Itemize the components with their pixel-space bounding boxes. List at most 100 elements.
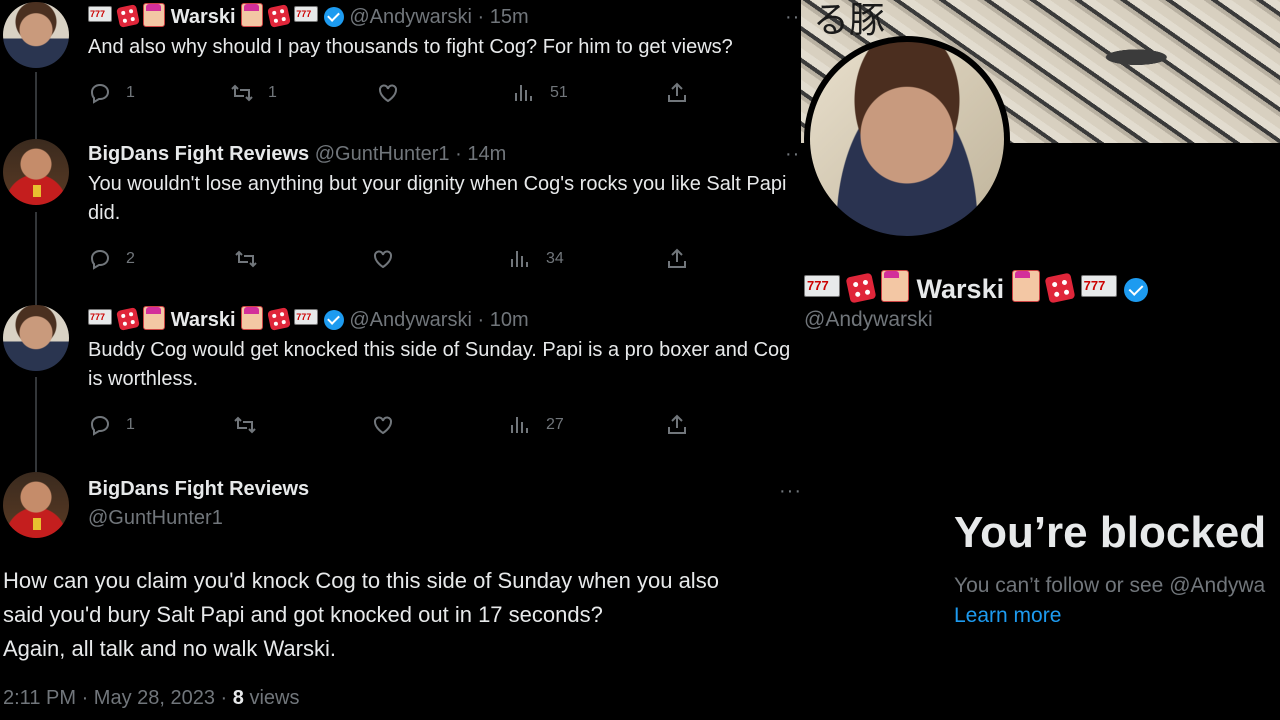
verified-badge-icon [323,310,344,330]
tweet-text: You wouldn't lose anything but your dign… [88,173,787,224]
profile-panel: る豚 Warski @Andywarski You’re blocked You… [801,0,1280,720]
joker-emoji [143,306,166,330]
main-tweet-text: How can you claim you'd knock Cog to thi… [3,564,803,666]
slot-machine-emoji [294,6,319,22]
separator-dot: · [220,687,233,709]
author-name[interactable]: Warski [171,6,236,28]
slot-machine-emoji [1080,275,1117,297]
like-button[interactable] [371,247,409,271]
reply-button[interactable]: 1 [88,81,135,105]
tweet-time[interactable]: 10m [490,309,529,331]
reply-count: 2 [126,250,135,267]
views-button[interactable]: 51 [512,81,568,105]
heart-icon [374,416,392,435]
reply-thread: Warski @Andywarski · 15m ··· And also wh… [0,0,805,720]
author-handle[interactable]: @GuntHunter1 [315,143,450,165]
share-button[interactable] [665,81,703,105]
retweet-count: 1 [268,84,277,101]
author-handle[interactable]: @Andywarski [349,6,472,28]
share-icon [668,248,686,268]
dice-emoji [845,272,876,304]
author-handle[interactable]: @GuntHunter1 [88,507,223,530]
tweet-text: And also why should I pay thousands to f… [88,36,733,58]
slot-machine-emoji [804,275,840,297]
dice-emoji [115,4,140,28]
tweet-meta: 2:11 PM · May 28, 2023 · 8 views [3,687,299,710]
tweet-actions: 2 34 [88,247,708,271]
reply-icon [90,415,110,436]
main-tweet-line: How can you claim you'd knock Cog to thi… [3,568,719,593]
views-count: 8 [232,687,244,709]
heart-icon [379,84,397,103]
views-label: views [249,687,300,709]
reply-icon [90,83,110,104]
dice-emoji [1044,272,1076,304]
tweet-header: Warski @Andywarski · 10m [88,305,529,335]
main-tweet-line: Again, all talk and no walk Warski. [3,636,336,661]
reply-button[interactable]: 1 [88,413,135,437]
tweet-actions: 1 1 51 [88,81,708,105]
reply-tweet[interactable]: Warski @Andywarski · 10m Buddy Cog would… [0,305,805,445]
separator-dot: · [477,6,485,28]
profile-handle: @Andywarski [804,308,933,331]
reply-tweet[interactable]: Warski @Andywarski · 15m ··· And also wh… [0,2,805,122]
verified-badge-icon [1124,278,1149,302]
reply-tweet[interactable]: BigDans Fight Reviews @GuntHunter1 · 14m… [0,139,805,279]
slot-machine-emoji [294,309,319,325]
profile-name: Warski [804,270,1149,305]
share-button[interactable] [665,247,703,271]
joker-emoji [143,3,166,27]
views-icon [511,417,528,433]
share-button[interactable] [665,413,703,437]
avatar[interactable] [3,139,69,205]
views-button[interactable]: 34 [508,247,564,271]
blocked-subtitle: You can’t follow or see @Andywa [954,574,1266,597]
profile-display-name: Warski [916,274,1005,304]
retweet-icon [234,416,256,434]
reply-count: 1 [126,416,135,433]
reply-button[interactable]: 2 [88,247,135,271]
tweet-actions: 1 27 [88,413,708,437]
views-icon [515,85,532,101]
author-name[interactable]: Warski [171,309,236,331]
retweet-button[interactable] [234,247,272,271]
tweet-time[interactable]: 15m [490,6,529,28]
author-handle[interactable]: @Andywarski [349,309,472,331]
learn-more-link[interactable]: Learn more [954,604,1061,628]
avatar[interactable] [3,2,69,68]
like-button[interactable] [371,413,409,437]
retweet-button[interactable]: 1 [230,81,277,105]
views-icon [511,251,528,267]
slot-machine-emoji [88,309,112,325]
tweet-header: Warski @Andywarski · 15m [88,2,529,32]
joker-emoji [241,306,264,330]
tweet-text: Buddy Cog would get knocked this side of… [88,339,791,390]
avatar[interactable] [3,305,69,371]
main-tweet-line: said you'd bury Salt Papi and got knocke… [3,602,603,627]
more-icon[interactable]: ··· [779,476,802,506]
blocked-title: You’re blocked [954,508,1267,557]
separator-dot: · [477,309,485,331]
like-button[interactable] [376,81,414,105]
heart-icon [374,250,392,269]
retweet-button[interactable] [233,413,271,437]
tweet-time[interactable]: 14m [467,143,506,165]
reply-count: 1 [126,84,135,101]
avatar[interactable] [3,472,69,538]
tweet-time[interactable]: 2:11 PM [3,687,76,709]
views-button[interactable]: 27 [508,413,564,437]
profile-avatar[interactable] [804,36,1010,242]
author-name[interactable]: BigDans Fight Reviews [88,478,309,501]
dice-emoji [266,4,291,28]
views-count: 27 [546,416,564,433]
slot-machine-emoji [88,6,112,22]
share-icon [668,414,686,434]
views-count: 51 [550,84,568,101]
joker-emoji [241,3,264,27]
dice-emoji [115,307,140,331]
author-name[interactable]: BigDans Fight Reviews [88,143,309,165]
joker-emoji [881,270,910,302]
verified-badge-icon [323,7,344,27]
retweet-icon [235,250,257,268]
tweet-date[interactable]: May 28, 2023 [94,687,215,709]
